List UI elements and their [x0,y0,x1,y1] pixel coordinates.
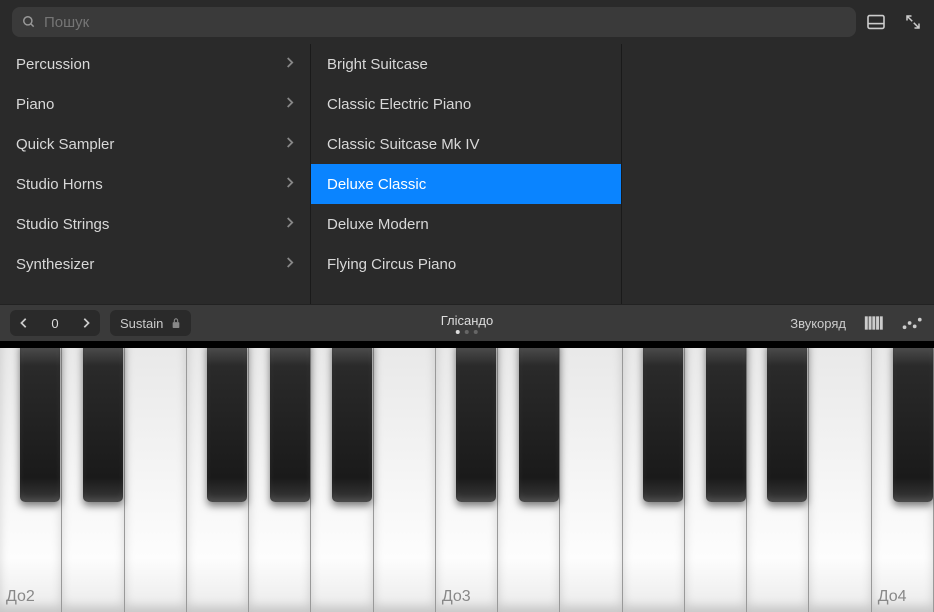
white-key[interactable] [809,342,871,612]
octave-up-button[interactable] [72,310,100,336]
chevron-right-icon [285,136,294,153]
octave-label: До3 [442,588,471,606]
category-item[interactable]: Synthesizer [0,244,310,284]
sustain-toggle[interactable]: Sustain [110,310,191,336]
category-label: Piano [16,96,54,113]
black-key[interactable] [332,342,372,502]
category-label: Quick Sampler [16,136,114,153]
category-list[interactable]: Percussion Piano Quick Sampler Studio Horns… [0,44,311,304]
preset-item[interactable]: Deluxe Modern [311,204,621,244]
category-label: Studio Strings [16,216,109,233]
category-label: Percussion [16,56,90,73]
play-mode-selector[interactable]: Глісандо [441,313,494,334]
page-dots [441,330,494,334]
preset-list[interactable]: Bright Suitcase Classic Electric Piano Cla… [311,44,622,304]
chevron-right-icon [285,56,294,73]
preset-label: Flying Circus Piano [327,256,456,273]
keyboard-toolbar: 0 Sustain Глісандо Звукоряд [0,304,934,342]
octave-down-button[interactable] [10,310,38,336]
black-key[interactable] [83,342,123,502]
white-key[interactable] [374,342,436,612]
preset-label: Deluxe Modern [327,216,429,233]
chevron-right-icon [285,216,294,233]
octave-label: До4 [878,588,907,606]
preset-label: Classic Suitcase Mk IV [327,136,480,153]
category-label: Studio Horns [16,176,103,193]
preset-label: Classic Electric Piano [327,96,471,113]
black-key[interactable] [456,342,496,502]
white-key[interactable] [125,342,187,612]
fullscreen-icon[interactable] [904,13,922,31]
play-mode-label: Глісандо [441,313,494,328]
black-key[interactable] [767,342,807,502]
chevron-right-icon [285,96,294,113]
preset-item[interactable]: Deluxe Classic [311,164,621,204]
black-key[interactable] [20,342,60,502]
black-key[interactable] [643,342,683,502]
category-label: Synthesizer [16,256,94,273]
browser-empty-column [622,44,934,304]
preset-item[interactable]: Bright Suitcase [311,44,621,84]
category-item[interactable]: Quick Sampler [0,124,310,164]
black-key[interactable] [519,342,559,502]
preset-item[interactable]: Classic Suitcase Mk IV [311,124,621,164]
arpeggiator-icon[interactable] [902,316,924,330]
preset-item[interactable]: Classic Electric Piano [311,84,621,124]
octave-label: До2 [6,588,35,606]
view-mode-icon[interactable] [866,14,886,30]
chevron-right-icon [285,176,294,193]
search-icon [22,15,36,29]
category-item[interactable]: Studio Horns [0,164,310,204]
sustain-label: Sustain [120,316,163,331]
black-key[interactable] [207,342,247,502]
search-field[interactable] [12,7,856,37]
octave-stepper[interactable]: 0 [10,310,100,336]
chevron-right-icon [285,256,294,273]
keyboard-layout-icon[interactable] [864,315,884,331]
black-key[interactable] [706,342,746,502]
preset-label: Bright Suitcase [327,56,428,73]
piano-keyboard[interactable]: До2 До3 До4 [0,342,934,612]
black-key[interactable] [270,342,310,502]
scale-button[interactable]: Звукоряд [790,316,846,331]
octave-value: 0 [38,316,72,331]
lock-icon [171,317,181,329]
category-item[interactable]: Piano [0,84,310,124]
sound-browser: Percussion Piano Quick Sampler Studio Horns… [0,44,934,304]
category-item[interactable]: Percussion [0,44,310,84]
preset-item[interactable]: Flying Circus Piano [311,244,621,284]
category-item[interactable]: Studio Strings [0,204,310,244]
preset-label: Deluxe Classic [327,176,426,193]
white-key[interactable] [560,342,622,612]
black-key[interactable] [893,342,933,502]
search-input[interactable] [44,14,846,31]
search-bar [0,0,934,44]
